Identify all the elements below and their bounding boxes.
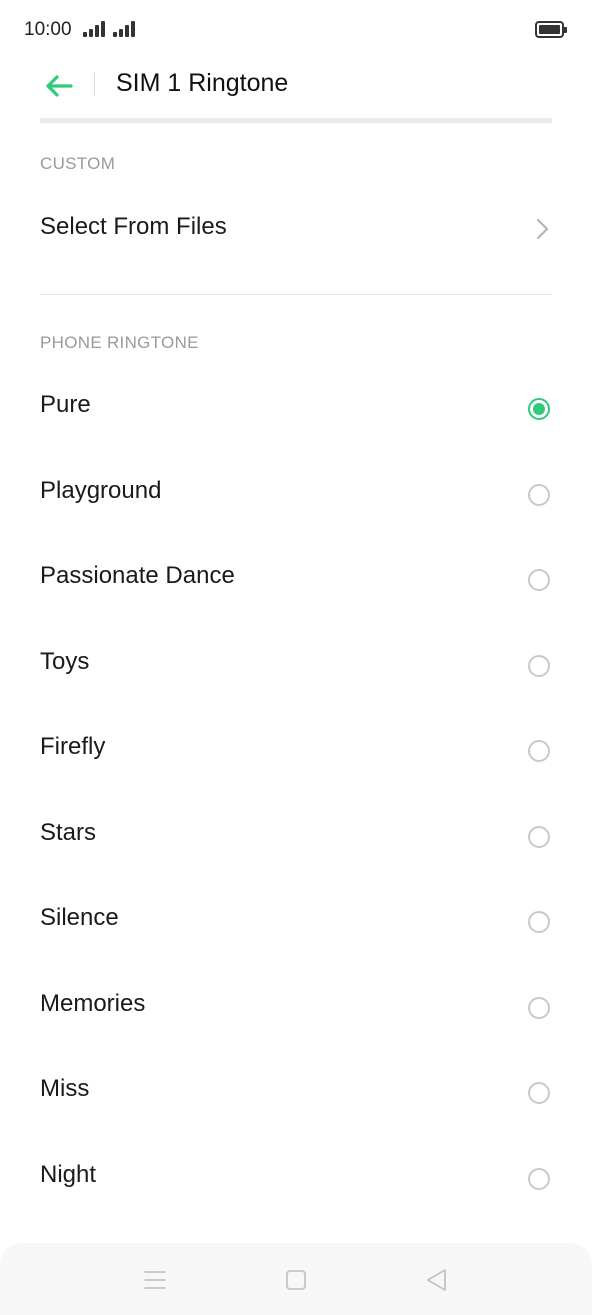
ringtone-label: Passionate Dance [40, 562, 235, 589]
section-divider [40, 294, 552, 295]
ringtone-item-playground[interactable]: Playground [0, 451, 592, 537]
header: SIM 1 Ringtone [0, 60, 592, 120]
radio-button[interactable] [528, 1082, 550, 1104]
radio-button[interactable] [528, 1168, 550, 1190]
select-from-files-label: Select From Files [40, 213, 227, 240]
battery-icon [535, 21, 567, 38]
ringtone-item-memories[interactable]: Memories [0, 964, 592, 1050]
status-time: 10:00 [24, 19, 72, 40]
back-button[interactable] [36, 64, 80, 108]
section-label-phone-ringtone: PHONE RINGTONE [40, 333, 199, 352]
ringtone-label: Toys [40, 648, 90, 675]
radio-button[interactable] [528, 997, 550, 1019]
select-from-files-item[interactable]: Select From Files [0, 187, 592, 273]
ringtone-label: Miss [40, 1075, 90, 1102]
ringtone-label: Night [40, 1161, 97, 1188]
radio-button[interactable] [528, 826, 550, 848]
ringtone-item-pure[interactable]: Pure [0, 365, 592, 451]
ringtone-label: Playground [40, 477, 162, 504]
page-title: SIM 1 Ringtone [116, 69, 289, 97]
ringtone-item-passionate-dance[interactable]: Passionate Dance [0, 536, 592, 622]
ringtone-item-stars[interactable]: Stars [0, 793, 592, 879]
menu-button[interactable] [140, 1265, 170, 1295]
ringtone-item-miss[interactable]: Miss [0, 1049, 592, 1135]
back-arrow-icon [46, 75, 73, 97]
radio-button[interactable] [528, 655, 550, 677]
radio-button[interactable] [528, 740, 550, 762]
ringtone-label: Pure [40, 391, 91, 418]
home-square-icon [286, 1270, 306, 1290]
ringtone-item-toys[interactable]: Toys [0, 622, 592, 708]
menu-icon [144, 1271, 166, 1289]
screen: 10:00 SIM 1 Ringtone CUSTOM Select From … [0, 0, 592, 1315]
ringtone-item-firefly[interactable]: Firefly [0, 707, 592, 793]
radio-button[interactable] [528, 484, 550, 506]
sim1-signal-icon [83, 21, 105, 37]
header-shadow-divider [40, 118, 552, 123]
ringtone-label: Silence [40, 904, 119, 931]
radio-button-selected[interactable] [528, 398, 550, 420]
ringtone-item-silence[interactable]: Silence [0, 878, 592, 964]
radio-button[interactable] [528, 911, 550, 933]
ringtone-label: Firefly [40, 733, 106, 760]
chevron-right-icon [536, 218, 549, 240]
ringtone-label: Memories [40, 990, 146, 1017]
radio-button[interactable] [528, 569, 550, 591]
ringtone-label: Stars [40, 819, 97, 846]
home-button[interactable] [281, 1265, 311, 1295]
sim2-signal-icon [113, 21, 135, 37]
navigation-bar [0, 1243, 592, 1315]
ringtone-item-night[interactable]: Night [0, 1135, 592, 1221]
back-nav-button[interactable] [421, 1265, 451, 1295]
back-triangle-icon [427, 1269, 446, 1291]
status-bar: 10:00 [0, 0, 592, 60]
header-divider [94, 72, 95, 96]
section-label-custom: CUSTOM [40, 154, 116, 173]
